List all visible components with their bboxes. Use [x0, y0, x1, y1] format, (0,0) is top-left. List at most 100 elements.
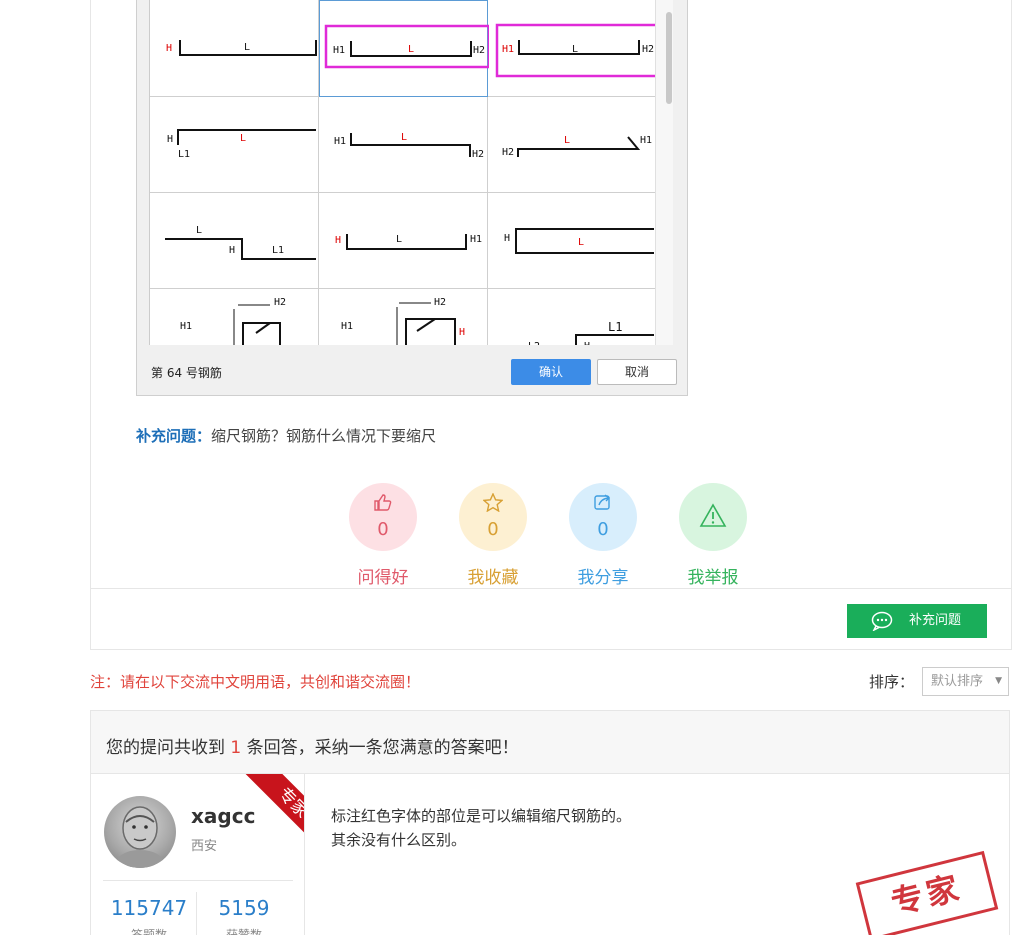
rebar-cell[interactable]: H L — [488, 193, 655, 289]
answers-header-prefix: 您的提问共收到 — [106, 738, 225, 758]
expert-ribbon-label: 专家 — [244, 774, 304, 844]
svg-text:H1: H1 — [333, 45, 345, 56]
share-icon — [594, 494, 611, 510]
answers-count-value: 115747 — [110, 896, 188, 920]
svg-text:H1: H1 — [341, 321, 353, 332]
answers-header: 您的提问共收到 1 条回答，采纳一条您满意的答案吧！ — [91, 711, 1009, 774]
rebar-shape-drawing: H L — [504, 228, 654, 254]
rebar-cell[interactable]: H1 L H2 — [319, 97, 488, 193]
svg-text:H1: H1 — [334, 136, 346, 147]
rebar-shape-drawing: H L L1 — [167, 129, 316, 160]
expert-stamp: 专家 — [855, 850, 999, 935]
chevron-down-icon: ▼ — [995, 676, 1002, 686]
favorite-label: 我收藏 — [467, 568, 519, 588]
svg-text:L: L — [408, 44, 414, 55]
add-supplement-label: 补充问题 — [909, 613, 962, 628]
cancel-button[interactable]: 取消 — [597, 359, 677, 385]
chat-bubble-icon — [871, 611, 893, 631]
share-button[interactable]: 0 我分享 — [548, 483, 658, 588]
user-city: 西安 — [191, 839, 218, 854]
portrait-icon — [112, 806, 168, 868]
sort-label: 排序： — [869, 673, 915, 691]
rebar-shape-drawing: H L H1 — [335, 234, 482, 250]
svg-text:L1: L1 — [272, 245, 284, 256]
svg-text:L2: L2 — [528, 341, 540, 345]
svg-text:L: L — [240, 133, 246, 144]
svg-text:L: L — [401, 132, 407, 143]
answers-count-label: 答题数 — [130, 928, 167, 935]
supplementary-question-label: 补充问题： — [136, 427, 212, 445]
rebar-shape-drawing: H1 L H2 — [495, 23, 655, 78]
answer-body: 标注红色字体的部位是可以编辑缩尺钢筋的。 其余没有什么区别。 — [331, 804, 631, 852]
thumbs-up-icon — [374, 494, 392, 511]
svg-text:H1: H1 — [470, 234, 482, 245]
rebar-shape-drawing: H1 L H2 — [324, 24, 489, 69]
scrollbar-thumb[interactable] — [666, 12, 672, 104]
svg-text:H2: H2 — [502, 147, 514, 158]
answers-header-suffix: 条回答，采纳一条您满意的答案吧！ — [246, 738, 519, 758]
like-count: 0 — [377, 519, 389, 540]
rebar-cell[interactable]: H L L1 — [150, 97, 319, 193]
expert-ribbon: 专家 — [234, 774, 304, 844]
svg-text:L1: L1 — [178, 149, 190, 160]
page: H L H1 L H2 H1 L H2 H L L1 H1 L H2 H2 L … — [0, 0, 1013, 935]
rebar-cell[interactable]: H1 H2 — [150, 289, 319, 345]
rebar-cell[interactable]: L1 L2 H — [488, 289, 655, 345]
rebar-cell[interactable]: H2 L H1 — [488, 97, 655, 193]
rebar-label: H — [166, 43, 172, 54]
svg-text:L: L — [572, 44, 578, 55]
sort-selected-value: 默认排序 — [931, 674, 984, 689]
warning-icon — [699, 503, 727, 527]
rebar-dialog-image: H L H1 L H2 H1 L H2 H L L1 H1 L H2 H2 L … — [136, 0, 688, 396]
svg-text:H: H — [504, 233, 510, 244]
add-supplement-button[interactable]: 补充问题 — [847, 604, 987, 638]
sort-select[interactable]: 默认排序 ▼ — [922, 667, 1009, 696]
svg-text:L: L — [578, 237, 584, 248]
svg-text:H2: H2 — [642, 44, 654, 55]
likes-count-stat: 5159 获赞数 — [194, 896, 294, 935]
answer-line: 其余没有什么区别。 — [331, 831, 467, 849]
svg-text:H: H — [459, 327, 465, 338]
civility-note: 注：请在以下交流中文明用语，共创和谐交流圈！ — [90, 673, 421, 691]
likes-count-label: 获赞数 — [225, 928, 262, 935]
svg-text:H1: H1 — [180, 321, 192, 332]
share-label: 我分享 — [577, 568, 629, 588]
svg-text:L: L — [396, 234, 402, 245]
rebar-shape-drawing: H1 H2 — [180, 297, 286, 345]
rebar-shape-drawing: H2 L H1 — [502, 135, 652, 158]
rebar-cell[interactable]: H1 H2 H — [319, 289, 488, 345]
report-label: 我举报 — [687, 568, 739, 588]
like-question-button[interactable]: 0 问得好 — [328, 483, 438, 588]
rebar-shape-grid: H L H1 L H2 H1 L H2 H L L1 H1 L H2 H2 L … — [149, 0, 655, 345]
rebar-cell[interactable]: H1 L H2 — [488, 0, 655, 97]
svg-text:H: H — [584, 341, 590, 345]
rebar-cell[interactable]: L H L1 — [150, 193, 319, 289]
answerer-card: xagcc 西安 专家 115747 答题数 5159 获赞数 — [94, 774, 305, 935]
report-button[interactable]: 我举报 — [658, 483, 768, 588]
supplementary-question-text: 缩尺钢筋？钢筋什么情况下要缩尺 — [211, 427, 437, 445]
rebar-shape-drawing: L H L1 — [165, 225, 316, 260]
rebar-shape-drawing: H1 L H2 — [334, 132, 484, 160]
svg-text:H2: H2 — [472, 149, 484, 160]
svg-text:H: H — [167, 134, 173, 145]
svg-text:H1: H1 — [502, 44, 514, 55]
svg-text:H2: H2 — [473, 45, 485, 56]
rebar-cell[interactable]: H L H1 — [319, 193, 488, 289]
confirm-button[interactable]: 确认 — [511, 359, 591, 385]
svg-text:H1: H1 — [640, 135, 652, 146]
rebar-cell-selected[interactable]: H1 L H2 — [319, 0, 489, 97]
svg-text:L: L — [244, 42, 250, 53]
svg-text:L: L — [564, 135, 570, 146]
divider — [90, 588, 1012, 589]
avatar[interactable] — [104, 796, 176, 868]
favorite-button[interactable]: 0 我收藏 — [438, 483, 548, 588]
likes-count-value: 5159 — [218, 896, 270, 920]
favorite-count: 0 — [487, 519, 499, 540]
answer-line: 标注红色字体的部位是可以编辑缩尺钢筋的。 — [331, 807, 632, 825]
answers-panel: 您的提问共收到 1 条回答，采纳一条您满意的答案吧！ xagcc 西安 专家 1… — [90, 710, 1010, 935]
rebar-cell[interactable]: H L — [150, 0, 319, 97]
answers-count-stat: 115747 答题数 — [99, 896, 199, 935]
supplementary-question: 补充问题：缩尺钢筋？钢筋什么情况下要缩尺 — [136, 425, 436, 446]
svg-text:H: H — [229, 245, 235, 256]
like-label: 问得好 — [357, 568, 409, 588]
